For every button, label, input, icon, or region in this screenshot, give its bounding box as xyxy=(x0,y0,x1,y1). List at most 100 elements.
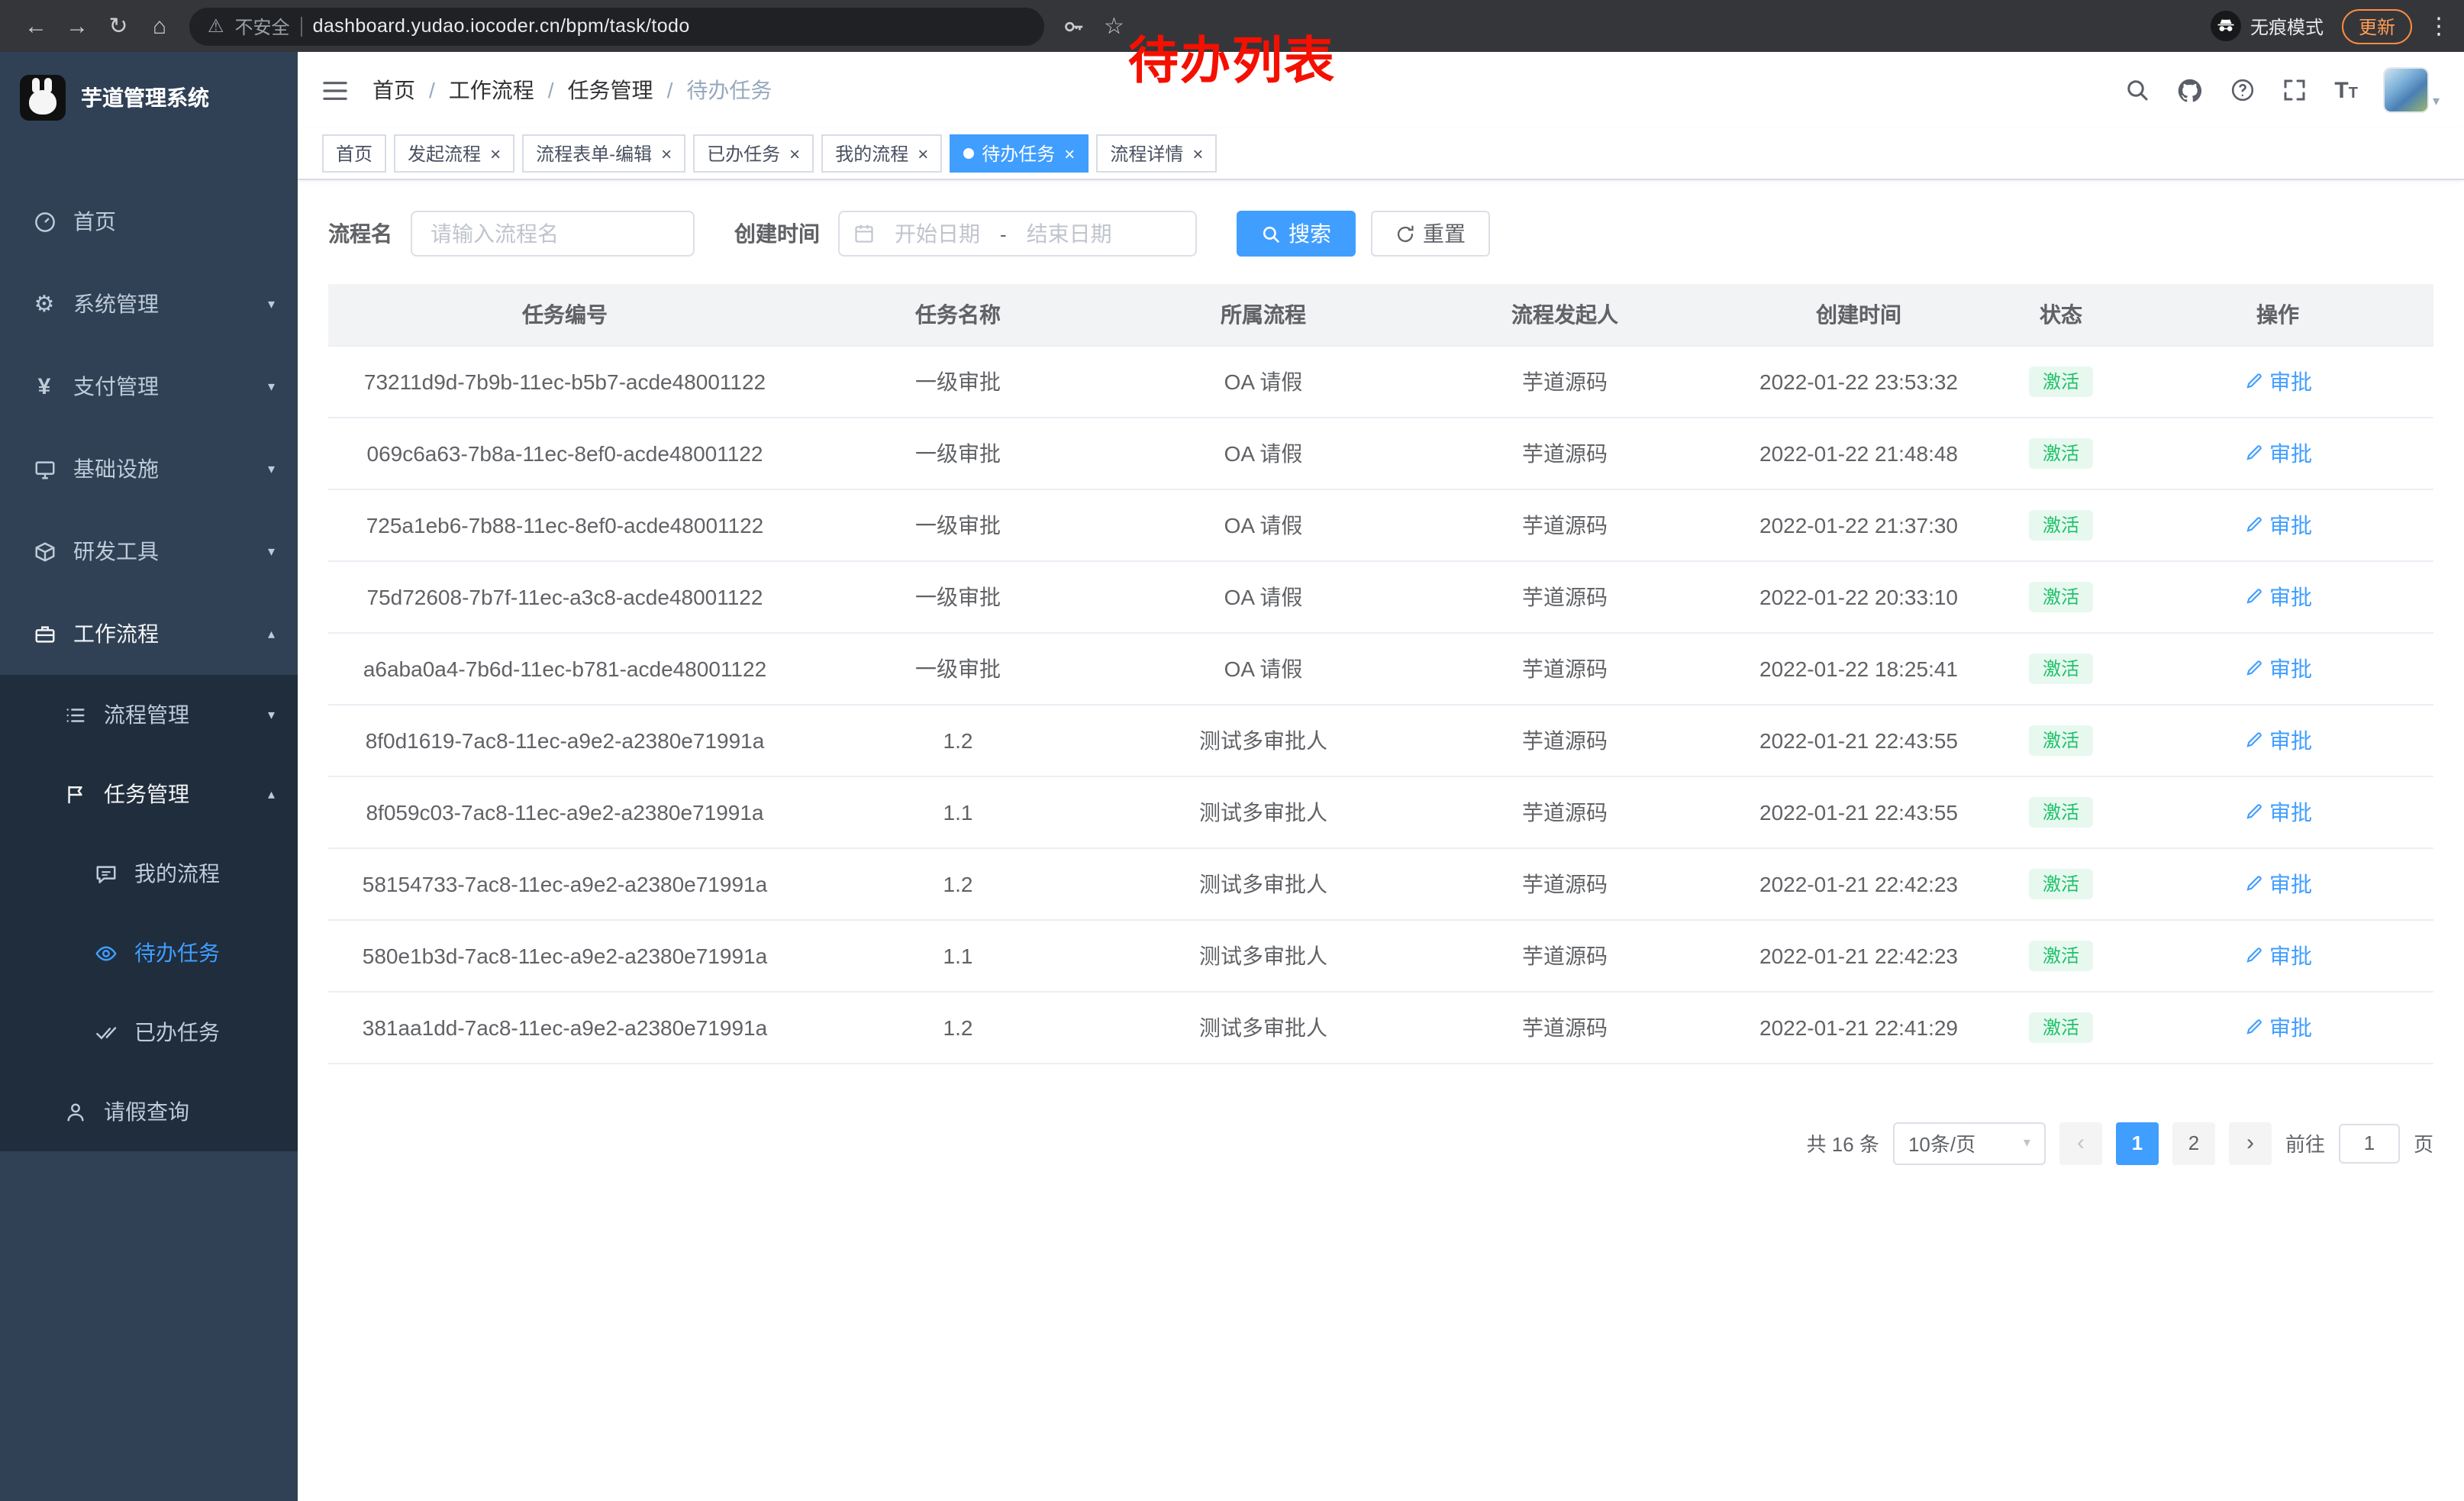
url-text[interactable]: dashboard.yudao.iocoder.cn/bpm/task/todo xyxy=(313,15,690,37)
approve-link[interactable]: 审批 xyxy=(2243,366,2312,396)
sidebar-item-todo-task[interactable]: 待办任务 xyxy=(0,913,298,993)
font-size-icon[interactable]: TT xyxy=(2334,79,2358,102)
breadcrumb-task-mgmt[interactable]: 任务管理 xyxy=(568,75,653,105)
approve-link[interactable]: 审批 xyxy=(2243,868,2312,899)
approve-link[interactable]: 审批 xyxy=(2243,796,2312,827)
tab-home[interactable]: 首页 xyxy=(322,134,386,173)
refresh-icon[interactable]: ↻ xyxy=(98,12,139,40)
col-starter: 流程发起人 xyxy=(1412,284,1717,345)
chevron-up-icon: ▴ xyxy=(268,625,275,642)
close-icon[interactable]: × xyxy=(789,144,800,163)
page-button-1[interactable]: 1 xyxy=(2116,1122,2159,1164)
sidebar-item-devtools[interactable]: 研发工具 ▾ xyxy=(0,510,298,592)
menu-dots-icon[interactable]: ⋮ xyxy=(2427,12,2449,40)
close-icon[interactable]: × xyxy=(490,144,501,163)
approve-link[interactable]: 审批 xyxy=(2243,437,2312,468)
status-badge: 激活 xyxy=(2029,1012,2093,1042)
table-row: 73211d9d-7b9b-11ec-b5b7-acde48001122 一级审… xyxy=(328,345,2433,417)
tags-view-bar: 首页 发起流程 × 流程表单-编辑 × 已办任务 × 我的流程 × xyxy=(298,128,2464,180)
search-button[interactable]: 搜索 xyxy=(1237,211,1356,257)
next-page-button[interactable]: › xyxy=(2229,1122,2272,1164)
prev-page-button[interactable]: ‹ xyxy=(2059,1122,2102,1164)
key-icon[interactable] xyxy=(1063,15,1085,37)
sidebar-item-infra[interactable]: 基础设施 ▾ xyxy=(0,428,298,510)
approve-link[interactable]: 审批 xyxy=(2243,1012,2312,1042)
process-name-input[interactable] xyxy=(411,211,695,257)
approve-link[interactable]: 审批 xyxy=(2243,581,2312,612)
sidebar-item-workflow[interactable]: 工作流程 ▴ xyxy=(0,592,298,675)
chevron-up-icon: ▴ xyxy=(268,786,275,802)
breadcrumb-workflow[interactable]: 工作流程 xyxy=(449,75,534,105)
tab-process-form-edit[interactable]: 流程表单-编辑 × xyxy=(522,134,685,173)
chevron-down-icon: ▾ xyxy=(268,706,275,723)
dashboard-icon xyxy=(31,210,58,233)
tab-todo-task[interactable]: 待办任务 × xyxy=(950,134,1088,173)
status-badge: 激活 xyxy=(2029,796,2093,827)
calendar-icon xyxy=(853,223,875,244)
navbar-actions: TT ▾ xyxy=(2125,69,2440,111)
table-row: 580e1b3d-7ac8-11ec-a9e2-a2380e71991a 1.1… xyxy=(328,919,2433,991)
tab-process-detail[interactable]: 流程详情 × xyxy=(1096,134,1217,173)
approve-link[interactable]: 审批 xyxy=(2243,940,2312,970)
tab-start-process[interactable]: 发起流程 × xyxy=(394,134,514,173)
approve-link[interactable]: 审批 xyxy=(2243,725,2312,755)
page-button-2[interactable]: 2 xyxy=(2172,1122,2215,1164)
page-size-select[interactable]: 10条/页 ▾ xyxy=(1893,1122,2046,1164)
help-icon[interactable] xyxy=(2230,78,2255,102)
back-icon[interactable]: ← xyxy=(15,13,56,39)
col-task-id: 任务编号 xyxy=(328,284,801,345)
forward-icon[interactable]: → xyxy=(56,13,98,39)
app-logo-icon xyxy=(20,75,66,121)
breadcrumb-home[interactable]: 首页 xyxy=(373,75,415,105)
sidebar-item-payment[interactable]: ¥ 支付管理 ▾ xyxy=(0,345,298,428)
box-icon xyxy=(31,540,58,563)
home-icon[interactable]: ⌂ xyxy=(139,13,180,39)
sidebar-item-home[interactable]: 首页 xyxy=(0,180,298,263)
fullscreen-icon[interactable] xyxy=(2282,78,2307,102)
approve-link[interactable]: 审批 xyxy=(2243,653,2312,683)
sidebar-item-system[interactable]: ⚙ 系统管理 ▾ xyxy=(0,263,298,345)
sidebar-item-leave-query[interactable]: 请假查询 xyxy=(0,1072,298,1151)
bookmark-star-icon[interactable]: ☆ xyxy=(1104,12,1124,40)
chat-icon xyxy=(92,862,119,885)
breadcrumb: 首页 / 工作流程 / 任务管理 / 待办任务 xyxy=(373,75,772,105)
tab-my-process[interactable]: 我的流程 × xyxy=(821,134,942,173)
close-icon[interactable]: × xyxy=(1064,144,1075,163)
tab-done-task[interactable]: 已办任务 × xyxy=(693,134,814,173)
pagination-total: 共 16 条 xyxy=(1807,1128,1879,1157)
update-button[interactable]: 更新 xyxy=(2342,8,2412,44)
col-task-name: 任务名称 xyxy=(801,284,1114,345)
sidebar-item-my-process[interactable]: 我的流程 xyxy=(0,834,298,913)
gear-icon: ⚙ xyxy=(31,290,58,318)
sidebar: 芋道管理系统 首页 ⚙ 系统管理 ▾ ¥ 支付管理 xyxy=(0,52,298,1501)
goto-page-input[interactable] xyxy=(2339,1123,2400,1163)
reset-button[interactable]: 重置 xyxy=(1371,211,1490,257)
page-content: 流程名 创建时间 - xyxy=(298,180,2464,1501)
incognito-badge: 无痕模式 xyxy=(2211,11,2324,41)
create-time-label: 创建时间 xyxy=(734,218,820,249)
user-menu[interactable]: ▾ xyxy=(2385,69,2440,111)
end-date-input[interactable] xyxy=(1011,220,1127,247)
sidebar-item-task-mgmt[interactable]: 任务管理 ▴ xyxy=(0,754,298,834)
approve-link[interactable]: 审批 xyxy=(2243,509,2312,540)
start-date-input[interactable] xyxy=(879,220,995,247)
avatar[interactable] xyxy=(2385,69,2428,111)
date-range-picker[interactable]: - xyxy=(838,211,1197,257)
sidebar-item-process-mgmt[interactable]: 流程管理 ▾ xyxy=(0,675,298,754)
chevron-down-icon: ▾ xyxy=(268,543,275,560)
main-area: 首页 / 工作流程 / 任务管理 / 待办任务 xyxy=(298,52,2464,1501)
close-icon[interactable]: × xyxy=(918,144,928,163)
close-icon[interactable]: × xyxy=(1192,144,1203,163)
search-icon[interactable] xyxy=(2125,78,2150,102)
active-tab-dot xyxy=(963,148,974,159)
github-icon[interactable] xyxy=(2177,77,2203,103)
table-header-row: 任务编号 任务名称 所属流程 流程发起人 创建时间 状态 操作 xyxy=(328,284,2433,345)
close-icon[interactable]: × xyxy=(661,144,672,163)
status-badge: 激活 xyxy=(2029,509,2093,540)
app-logo[interactable]: 芋道管理系统 xyxy=(0,52,298,144)
address-bar[interactable]: ⚠ 不安全 dashboard.yudao.iocoder.cn/bpm/tas… xyxy=(189,7,1044,45)
sidebar-item-done-task[interactable]: 已办任务 xyxy=(0,993,298,1072)
table-row: 58154733-7ac8-11ec-a9e2-a2380e71991a 1.2… xyxy=(328,847,2433,919)
security-label[interactable]: 不安全 xyxy=(235,13,290,39)
hamburger-icon[interactable] xyxy=(322,79,348,102)
